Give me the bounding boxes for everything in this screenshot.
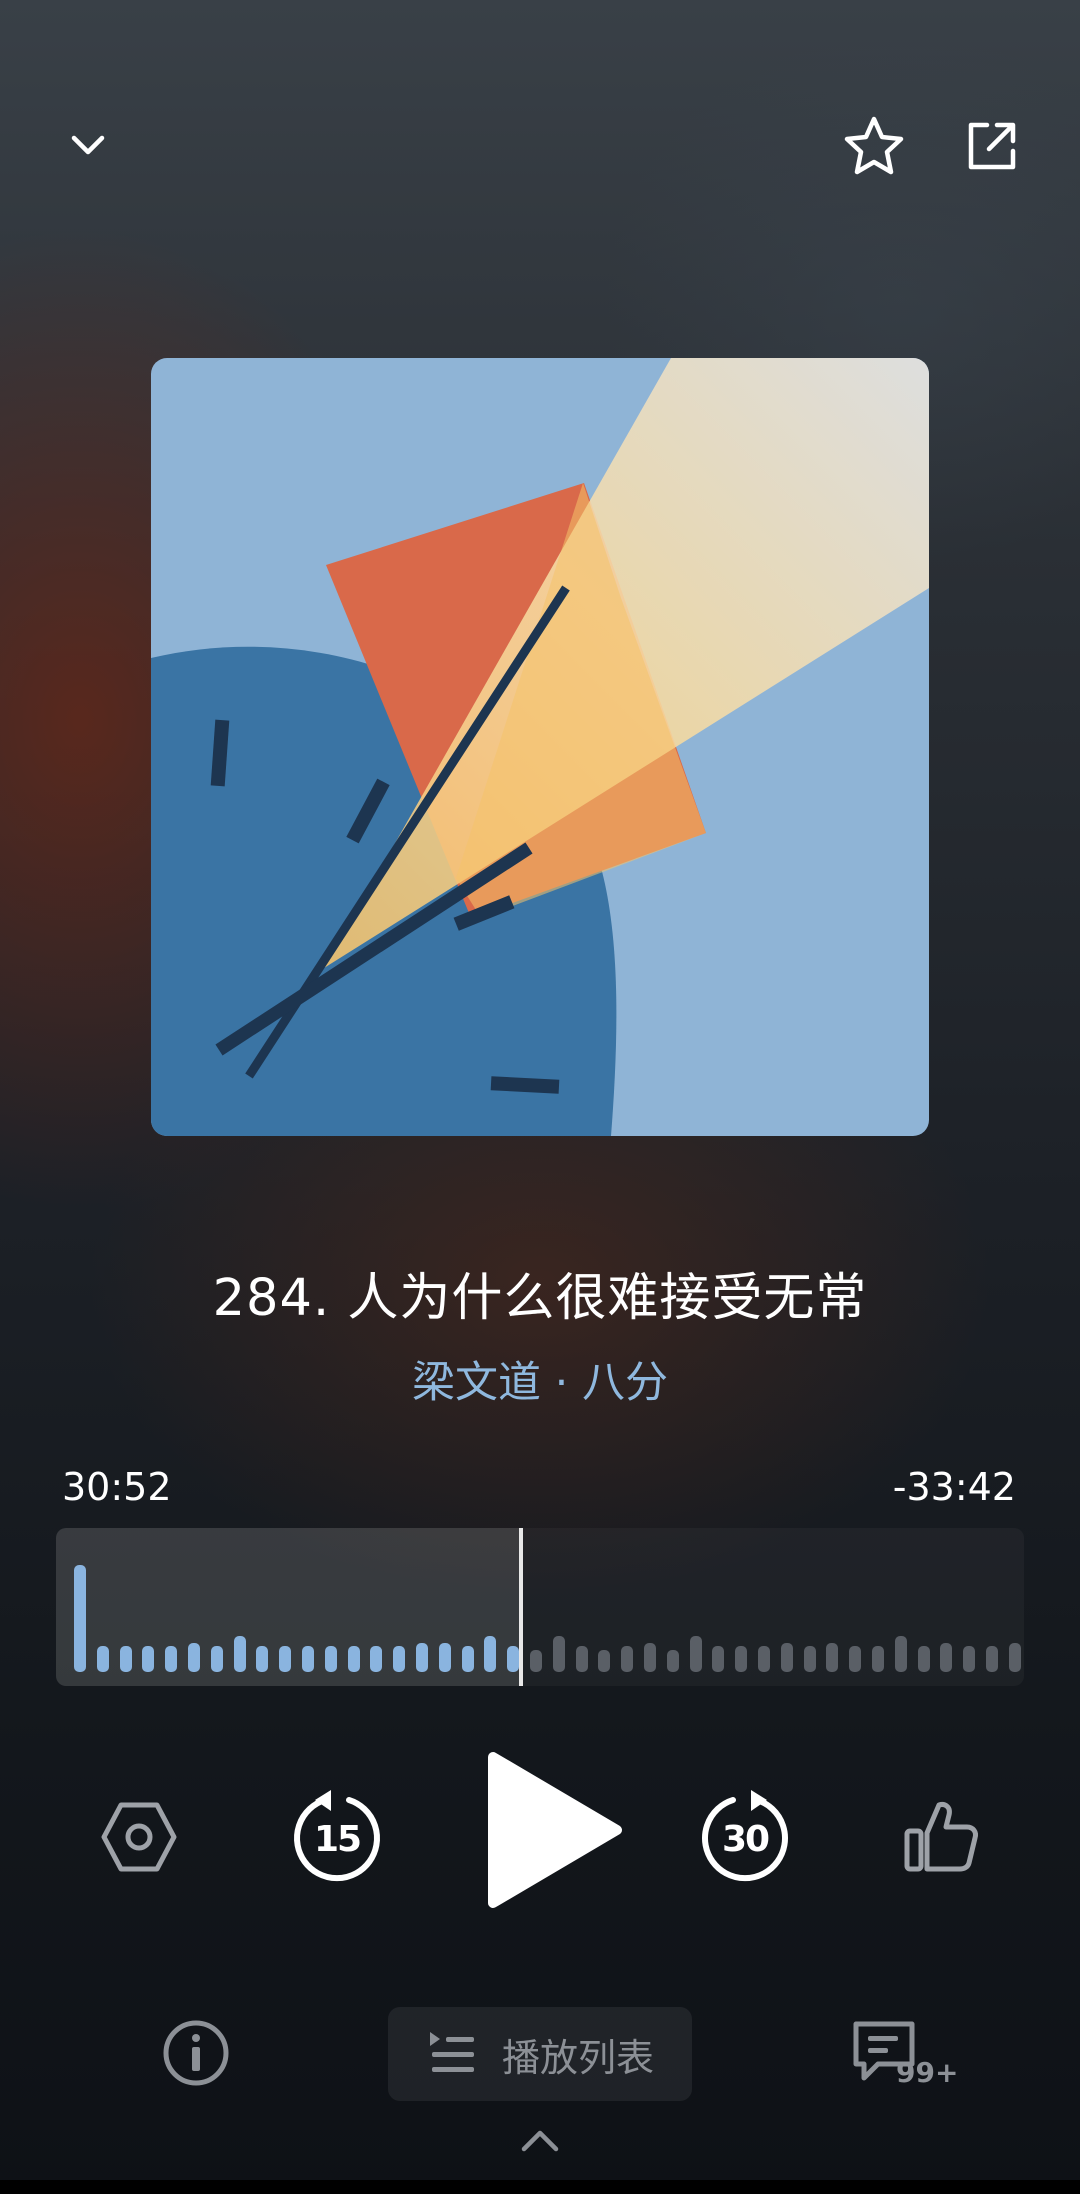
waveform-playhead[interactable] <box>519 1528 523 1686</box>
waveform-bar <box>849 1646 861 1672</box>
collapse-button[interactable] <box>58 115 118 175</box>
waveform-bar <box>416 1643 428 1672</box>
waveform-bar <box>712 1646 724 1672</box>
waveform-bar <box>872 1646 884 1672</box>
star-icon <box>844 116 904 175</box>
chevron-up-icon <box>521 2130 559 2152</box>
elapsed-time: 30:52 <box>62 1465 172 1509</box>
share-external-icon <box>968 122 1016 170</box>
waveform-bar <box>211 1646 223 1672</box>
hexagon-settings-icon <box>101 1802 177 1872</box>
waveform-bar <box>142 1646 154 1672</box>
waveform-bar <box>234 1636 246 1672</box>
waveform-bar <box>781 1643 793 1672</box>
waveform-bar <box>507 1646 519 1672</box>
forward-30-button[interactable]: 30 <box>690 1782 800 1892</box>
waveform-bar <box>963 1646 975 1672</box>
waveform-bar <box>826 1643 838 1672</box>
album-cover <box>151 358 929 1136</box>
waveform-bar <box>393 1646 405 1672</box>
waveform-bar <box>302 1646 314 1672</box>
waveform-scrubber[interactable] <box>56 1528 1024 1686</box>
play-button[interactable] <box>470 1740 630 1920</box>
waveform-bar <box>735 1646 747 1672</box>
waveform-bar <box>758 1646 770 1672</box>
waveform-bar <box>462 1646 474 1672</box>
system-nav-strip <box>0 2180 1080 2194</box>
waveform-bar <box>667 1650 679 1672</box>
waveform-bar <box>553 1636 565 1672</box>
waveform-bar <box>279 1646 291 1672</box>
waveform-bar <box>1009 1643 1021 1672</box>
waveform-bar <box>621 1646 633 1672</box>
waveform-bar <box>370 1646 382 1672</box>
rewind-15-button[interactable]: 15 <box>282 1782 392 1892</box>
like-button[interactable] <box>894 1788 990 1884</box>
play-icon <box>488 1752 622 1908</box>
waveform-bar <box>895 1636 907 1672</box>
share-button[interactable] <box>956 110 1028 182</box>
waveform-bar <box>120 1646 132 1672</box>
expand-details-button[interactable] <box>512 2118 568 2162</box>
waveform-bar <box>918 1646 930 1672</box>
waveform-bar <box>804 1646 816 1672</box>
waveform-bar <box>644 1643 656 1672</box>
waveform-bar <box>325 1646 337 1672</box>
waveform-bar <box>74 1565 86 1672</box>
chevron-down-icon <box>71 135 105 155</box>
waveform-bar <box>986 1646 998 1672</box>
waveform-bar <box>690 1636 702 1672</box>
episode-info-button[interactable] <box>156 2013 236 2093</box>
waveform-bar <box>256 1646 268 1672</box>
playlist-label: 播放列表 <box>501 2035 654 2080</box>
waveform-bar <box>439 1643 451 1672</box>
info-icon <box>163 2020 229 2086</box>
waveform-bar <box>598 1650 610 1672</box>
rewind-seconds-label: 15 <box>313 1818 362 1860</box>
thumbs-up-icon <box>904 1802 978 1872</box>
waveform-bar <box>165 1646 177 1672</box>
waveform-bar <box>530 1650 542 1672</box>
playback-speed-button[interactable] <box>92 1790 186 1884</box>
waveform-bar <box>348 1646 360 1672</box>
remaining-time: -33:42 <box>892 1465 1016 1509</box>
episode-title: 284. 人为什么很难接受无常 <box>212 1269 868 1328</box>
comments-count-badge: 99+ <box>896 2056 959 2089</box>
forward-seconds-label: 30 <box>721 1818 770 1860</box>
episode-subtitle[interactable]: 梁文道 · 八分 <box>0 1348 1080 1410</box>
waveform-bar <box>484 1636 496 1672</box>
favorite-button[interactable] <box>838 110 910 182</box>
waveform-bar <box>97 1646 109 1672</box>
comments-button[interactable]: 99+ <box>848 2010 960 2100</box>
waveform-bar <box>188 1643 200 1672</box>
playlist-button[interactable]: 播放列表 <box>388 2007 692 2101</box>
playlist-icon <box>429 2032 474 2072</box>
waveform-bar <box>940 1643 952 1672</box>
waveform-bar <box>576 1646 588 1672</box>
